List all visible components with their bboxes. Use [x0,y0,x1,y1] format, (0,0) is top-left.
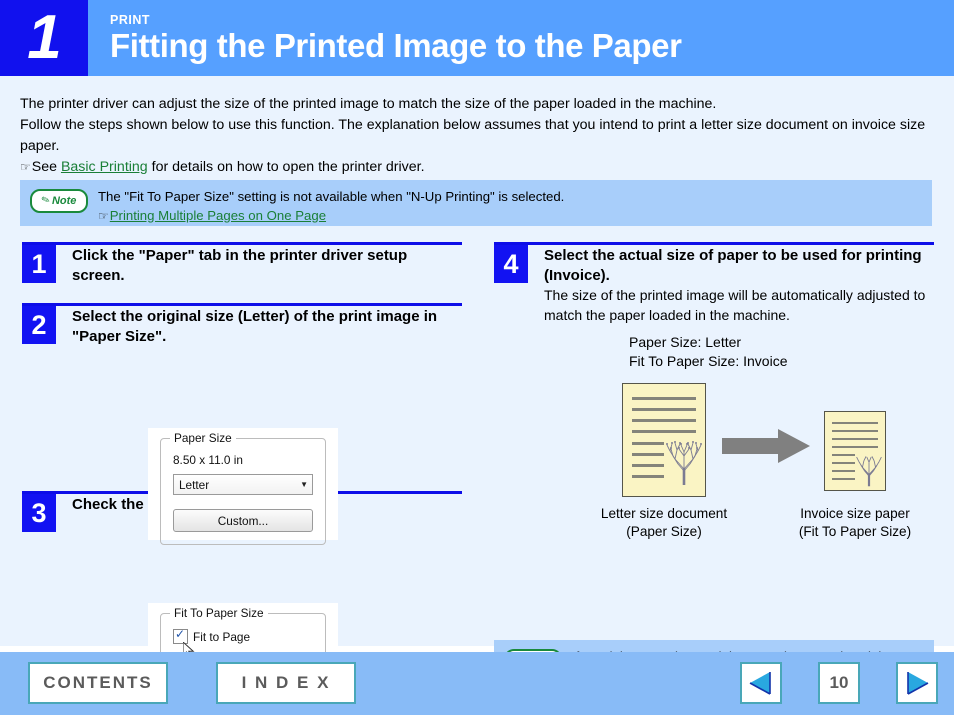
doc-text-line [632,419,696,422]
invoice-size-paper-graphic [824,411,886,491]
summary-fit-to-paper-size: Fit To Paper Size: Invoice [629,353,788,369]
step-4-number: 4 [494,245,528,283]
tree-illustration-icon [856,456,882,487]
pointer-hand-icon: ☞ [98,208,109,223]
doc-text-line [832,430,878,432]
note-top-content: The "Fit To Paper Size" setting is not a… [98,188,564,225]
fit-illustration: Letter size document (Paper Size) Invoic… [494,383,934,553]
note-icon: ✎ Note [30,189,88,213]
doc-text-line [632,442,664,445]
transform-arrow-icon [722,429,810,463]
step-2-body: Select the original size (Letter) of the… [56,306,462,346]
doc-text-line [832,462,855,464]
contents-button[interactable]: CONTENTS [28,662,168,704]
caption-right-line-2: (Fit To Paper Size) [798,524,912,539]
step-4-body: Select the actual size of paper to be us… [528,245,934,325]
triangle-right-icon [907,672,929,695]
pencil-icon: ✎ [39,193,52,208]
paper-size-select[interactable]: Letter ▼ [173,474,313,495]
basic-printing-link[interactable]: Basic Printing [61,159,148,175]
see-suffix: for details on how to open the printer d… [147,159,425,175]
page-title: Fitting the Printed Image to the Paper [110,26,682,64]
note-box-top: ✎ Note The "Fit To Paper Size" setting i… [20,180,932,226]
index-button[interactable]: I N D E X [216,662,356,704]
step-4-title: Select the actual size of paper to be us… [544,247,922,284]
doc-text-line [832,470,855,472]
fit-to-page-label: Fit to Page [193,629,251,644]
previous-page-button[interactable] [740,662,782,704]
custom-button[interactable]: Custom... [173,509,313,532]
steps-column-right: 4 Select the actual size of paper to be … [494,242,934,553]
caption-left-line-1: Letter size document [600,506,728,521]
see-prefix: See [31,159,61,175]
step-4: 4 Select the actual size of paper to be … [494,242,934,325]
caption-right-line-1: Invoice size paper [800,506,910,521]
paper-size-group-label: Paper Size [170,431,236,445]
letter-size-document-graphic [622,383,706,497]
page-number-box: 10 [818,662,860,704]
tree-illustration-icon [666,441,702,485]
step-3-number: 3 [22,494,56,532]
intro-line-2: Follow the steps shown below to use this… [20,117,926,154]
page-header: 1 PRINT Fitting the Printed Image to the… [0,0,954,76]
doc-text-line [632,475,664,478]
note-top-text: The "Fit To Paper Size" setting is not a… [98,189,565,204]
checkmark-icon: ✓ [175,627,186,641]
doc-text-line [832,454,855,456]
note-top-link-row: ☞Printing Multiple Pages on One Page [98,207,564,226]
caption-letter-document: Letter size document (Paper Size) [554,505,774,541]
see-also-line: ☞See Basic Printing for details on how t… [20,157,932,178]
paper-size-groupbox: Paper Size 8.50 x 11.0 in Letter ▼ Custo… [160,431,326,545]
summary-paper-size: Paper Size: Letter [629,334,742,350]
doc-text-line [632,430,696,433]
doc-text-line [632,397,696,400]
doc-text-line [632,453,664,456]
step-2: 2 Select the original size (Letter) of t… [22,303,462,346]
pointer-hand-icon: ☞ [20,160,31,174]
step-2-title: Select the original size (Letter) of the… [72,308,438,345]
paper-dimension-text: 8.50 x 11.0 in [173,453,243,467]
paper-size-selected-value: Letter [179,477,210,492]
step-1-title: Click the "Paper" tab in the printer dri… [72,247,408,284]
header-kicker: PRINT [110,12,150,27]
doc-text-line [832,422,878,424]
settings-summary: Paper Size: Letter Fit To Paper Size: In… [629,333,934,371]
paper-size-dialog: Paper Size 8.50 x 11.0 in Letter ▼ Custo… [148,428,338,545]
n-up-printing-link[interactable]: Printing Multiple Pages on One Page [110,208,326,223]
page-body: The printer driver can adjust the size o… [0,76,954,712]
step-4-subtitle: The size of the printed image will be au… [544,287,926,323]
doc-text-line [832,438,878,440]
doc-text-line [832,478,855,480]
doc-text-line [632,408,696,411]
step-1-head: 1 Click the "Paper" tab in the printer d… [22,245,462,285]
header-text-group: PRINT Fitting the Printed Image to the P… [88,0,682,76]
caption-invoice-paper: Invoice size paper (Fit To Paper Size) [775,505,935,541]
step-2-number: 2 [22,306,56,344]
step-1: 1 Click the "Paper" tab in the printer d… [22,242,462,285]
doc-text-line [832,446,878,448]
doc-text-line [632,464,664,467]
step-1-body: Click the "Paper" tab in the printer dri… [56,245,462,285]
next-page-button[interactable] [896,662,938,704]
step-2-head: 2 Select the original size (Letter) of t… [22,306,462,346]
caption-left-line-2: (Paper Size) [626,524,702,539]
intro-line-1: The printer driver can adjust the size o… [20,96,717,112]
step-1-number: 1 [22,245,56,283]
fit-group-label: Fit To Paper Size [170,606,268,620]
chapter-badge: 1 [0,0,88,76]
note-icon-label: Note [51,195,77,207]
chapter-number: 1 [27,3,61,72]
triangle-left-icon [749,672,771,695]
intro-text: The printer driver can adjust the size o… [20,94,932,178]
chevron-down-icon: ▼ [300,479,308,489]
step-4-head: 4 Select the actual size of paper to be … [494,245,934,325]
